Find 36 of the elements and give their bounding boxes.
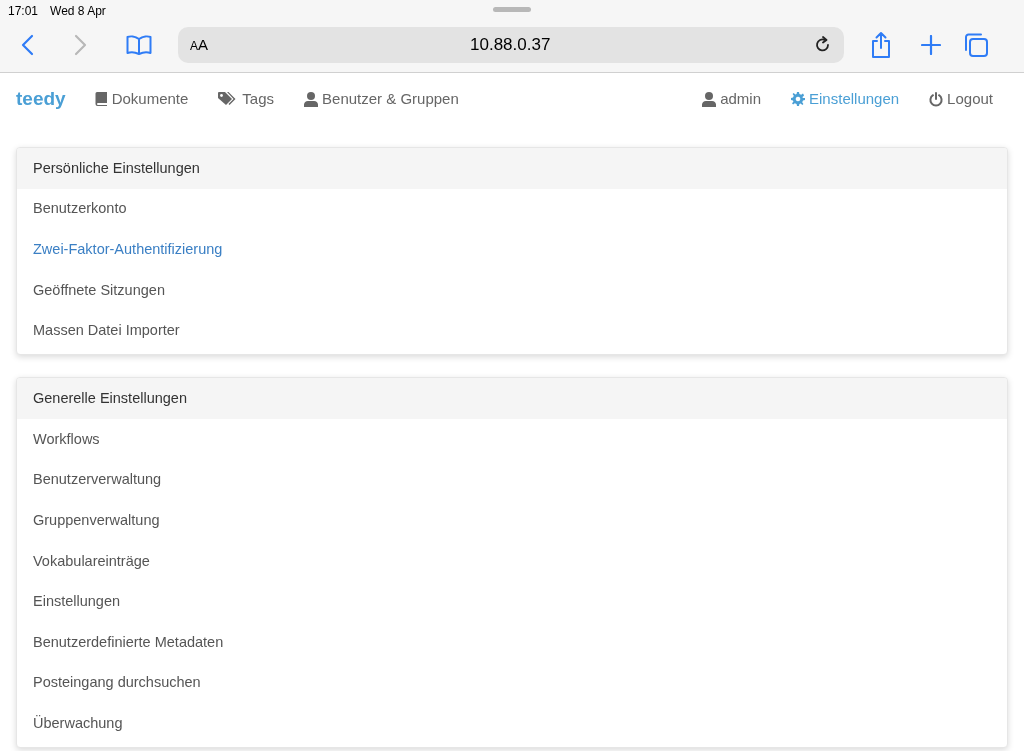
share-icon[interactable] [870, 31, 892, 59]
status-time: 17:01 [8, 3, 39, 20]
settings-link[interactable]: Vokabulareinträge [33, 550, 150, 573]
back-icon[interactable] [20, 34, 36, 56]
panel-heading: Generelle Einstellungen [17, 378, 1007, 420]
new-tab-icon[interactable] [921, 35, 941, 55]
nav-link[interactable]: Logout [914, 83, 1008, 115]
text-size-button[interactable]: AA [190, 33, 220, 57]
power-icon [929, 91, 944, 107]
bookmarks-icon[interactable] [126, 35, 152, 55]
nav-link[interactable]: Tags [203, 83, 290, 115]
user-icon [702, 91, 717, 107]
settings-link[interactable]: Einstellungen [33, 591, 121, 613]
user-icon [304, 91, 319, 107]
nav-link[interactable]: Dokumente [79, 83, 204, 115]
settings-link[interactable]: Überwachung [33, 712, 123, 735]
settings-link[interactable]: Workflows [33, 428, 100, 451]
reload-icon[interactable] [814, 36, 832, 54]
settings-link[interactable]: Benutzerdefinierte Metadaten [33, 631, 224, 654]
settings-link[interactable]: Benutzerverwaltung [33, 469, 162, 492]
address-bar[interactable]: AA 10.88.0.37 [178, 27, 844, 63]
settings-link[interactable]: Geöffnete Sitzungen [33, 279, 165, 302]
nav-link[interactable]: admin [687, 83, 777, 115]
settings-link[interactable]: Gruppenverwaltung [33, 510, 160, 532]
nav-link[interactable]: Benutzer & Gruppen [289, 83, 474, 115]
settings-link[interactable]: Posteingang durchsuchen [33, 672, 201, 695]
settings-link[interactable]: Massen Datei Importer [33, 320, 180, 342]
settings-link[interactable]: Zwei-Faktor-Authentifizierung [33, 239, 223, 261]
settings-link[interactable]: Benutzerkonto [33, 198, 127, 221]
tabs-icon[interactable] [963, 32, 989, 58]
url-text: 10.88.0.37 [470, 34, 551, 57]
status-date: Wed 8 Apr [50, 3, 106, 20]
gear-icon [791, 92, 806, 106]
book-icon [94, 92, 108, 106]
panel-heading: Persönliche Einstellungen [17, 148, 1007, 189]
multitask-handle[interactable] [493, 7, 531, 12]
